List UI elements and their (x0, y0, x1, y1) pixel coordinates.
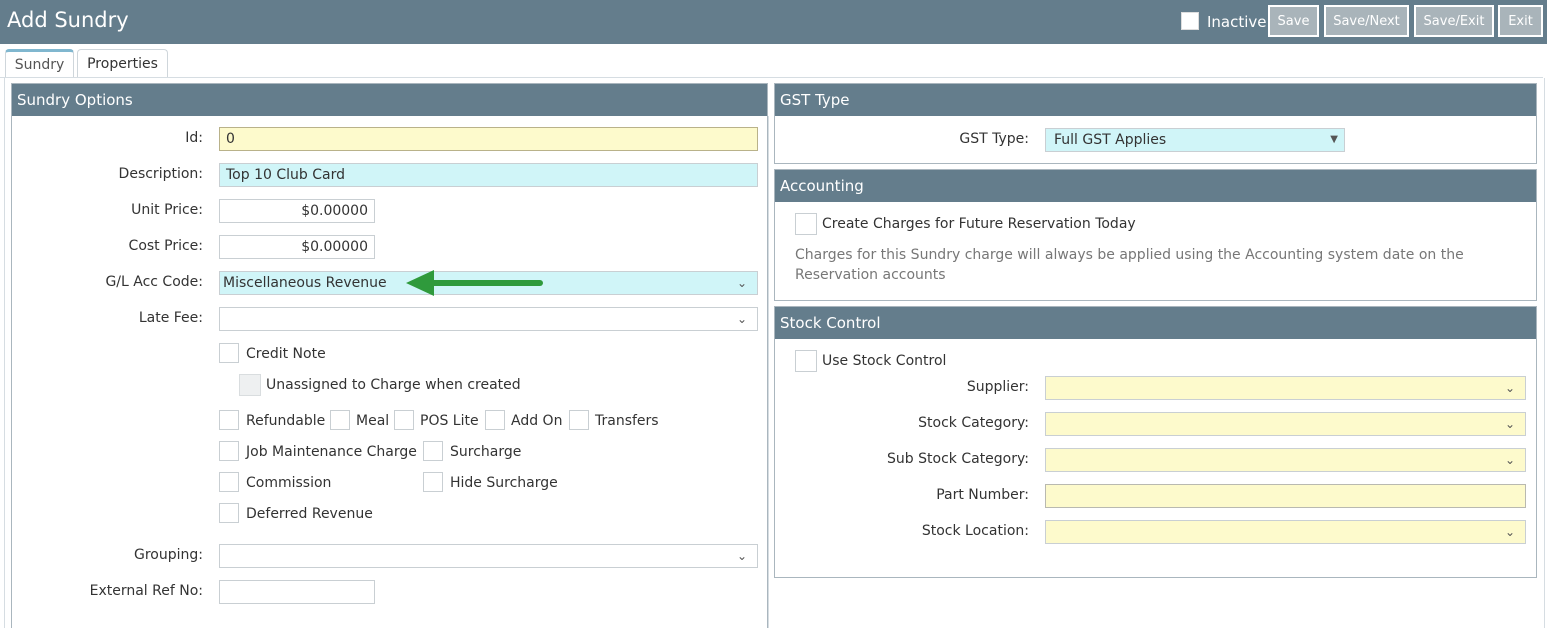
add-on-checkbox[interactable] (485, 410, 505, 430)
tab-sundry[interactable]: Sundry (5, 49, 74, 78)
chevron-down-icon: ⌄ (736, 276, 747, 290)
stock-location-select[interactable]: ⌄ (1045, 520, 1526, 544)
part-number-field[interactable] (1045, 484, 1526, 508)
transfers-checkbox[interactable] (569, 410, 589, 430)
unassigned-checkbox[interactable] (239, 374, 261, 396)
inactive-label: Inactive (1207, 13, 1267, 31)
job-maintenance-label: Job Maintenance Charge (246, 444, 417, 460)
cost-price-field[interactable]: $0.00000 (219, 235, 375, 259)
late-fee-label: Late Fee: (138, 310, 203, 326)
accounting-note-line1: Charges for this Sundry charge will alwa… (795, 247, 1464, 263)
stock-category-select[interactable]: ⌄ (1045, 412, 1526, 436)
transfers-label: Transfers (595, 413, 659, 429)
late-fee-select[interactable]: ⌄ (219, 307, 758, 331)
sundry-options-header: Sundry Options (12, 84, 767, 116)
tab-bar: Sundry Properties (0, 44, 1547, 78)
exit-button[interactable]: Exit (1498, 5, 1543, 37)
external-ref-label: External Ref No: (89, 583, 203, 599)
stock-location-label: Stock Location: (921, 523, 1029, 539)
accounting-note-line2: Reservation accounts (795, 267, 946, 283)
credit-note-label: Credit Note (246, 346, 326, 362)
save-button[interactable]: Save (1268, 5, 1319, 37)
supplier-select[interactable]: ⌄ (1045, 376, 1526, 400)
job-maintenance-checkbox[interactable] (219, 441, 239, 461)
deferred-revenue-label: Deferred Revenue (246, 506, 373, 522)
green-arrow-icon (406, 270, 543, 296)
gst-type-value: Full GST Applies (1054, 132, 1167, 148)
hide-surcharge-label: Hide Surcharge (450, 475, 558, 491)
chevron-down-icon: ⌄ (1504, 381, 1515, 395)
add-on-label: Add On (511, 413, 563, 429)
commission-checkbox[interactable] (219, 472, 239, 492)
part-number-label: Part Number: (936, 487, 1029, 503)
unit-price-field[interactable]: $0.00000 (219, 199, 375, 223)
chevron-down-icon: ⌄ (736, 549, 747, 563)
refundable-checkbox[interactable] (219, 410, 239, 430)
meal-checkbox[interactable] (330, 410, 350, 430)
accounting-header: Accounting (775, 170, 1536, 202)
triangle-down-icon: ▼ (1330, 134, 1338, 145)
pos-lite-label: POS Lite (420, 413, 479, 429)
page-title: Add Sundry (7, 8, 129, 32)
chevron-down-icon: ⌄ (1504, 525, 1515, 539)
unit-price-label: Unit Price: (131, 202, 203, 218)
save-exit-button[interactable]: Save/Exit (1414, 5, 1494, 37)
pos-lite-checkbox[interactable] (394, 410, 414, 430)
unassigned-label: Unassigned to Charge when created (266, 377, 521, 393)
commission-label: Commission (246, 475, 332, 491)
gst-type-select[interactable]: Full GST Applies ▼ (1045, 128, 1345, 152)
gst-type-label: GST Type: (959, 131, 1029, 147)
grouping-label: Grouping: (134, 547, 203, 563)
column-divider (768, 116, 769, 628)
chevron-down-icon: ⌄ (1504, 453, 1515, 467)
create-charges-label: Create Charges for Future Reservation To… (822, 216, 1136, 232)
credit-note-checkbox[interactable] (219, 343, 239, 363)
stock-control-header: Stock Control (775, 307, 1536, 339)
save-next-button[interactable]: Save/Next (1324, 5, 1409, 37)
description-label: Description: (118, 166, 203, 182)
tab-properties[interactable]: Properties (77, 49, 168, 77)
meal-label: Meal (356, 413, 390, 429)
stock-category-label: Stock Category: (918, 415, 1029, 431)
sub-stock-category-label: Sub Stock Category: (887, 451, 1029, 467)
inactive-checkbox[interactable] (1181, 12, 1199, 30)
grouping-select[interactable]: ⌄ (219, 544, 758, 568)
hide-surcharge-checkbox[interactable] (423, 472, 443, 492)
sub-stock-category-select[interactable]: ⌄ (1045, 448, 1526, 472)
top-bar: Add Sundry Inactive Save Save/Next Save/… (0, 0, 1547, 44)
supplier-label: Supplier: (966, 379, 1029, 395)
create-charges-checkbox[interactable] (795, 213, 817, 235)
chevron-down-icon: ⌄ (736, 312, 747, 326)
deferred-revenue-checkbox[interactable] (219, 503, 239, 523)
gl-acc-code-label: G/L Acc Code: (105, 274, 203, 290)
use-stock-control-label: Use Stock Control (822, 353, 947, 369)
description-field[interactable]: Top 10 Club Card (219, 163, 758, 187)
gst-type-header: GST Type (775, 84, 1536, 116)
surcharge-checkbox[interactable] (423, 441, 443, 461)
surcharge-label: Surcharge (450, 444, 522, 460)
refundable-label: Refundable (246, 413, 326, 429)
use-stock-control-checkbox[interactable] (795, 350, 817, 372)
id-field[interactable]: 0 (219, 127, 758, 151)
id-label: Id: (185, 130, 203, 146)
cost-price-label: Cost Price: (128, 238, 203, 254)
chevron-down-icon: ⌄ (1504, 417, 1515, 431)
external-ref-field[interactable] (219, 580, 375, 604)
gl-acc-code-value: Miscellaneous Revenue (223, 275, 387, 291)
